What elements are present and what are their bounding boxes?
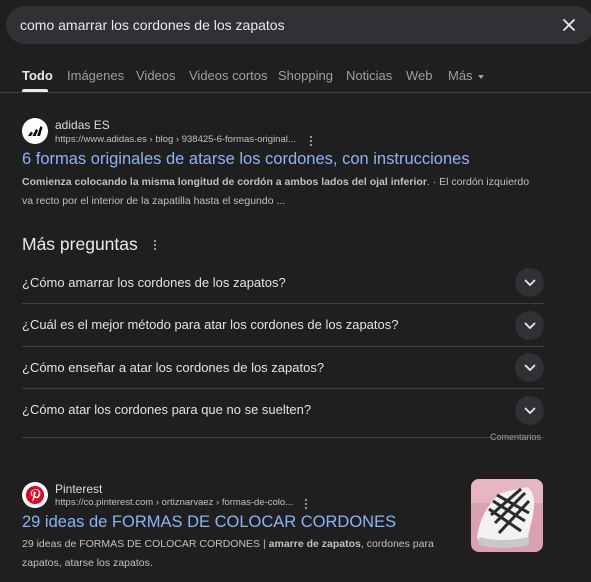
- result-url[interactable]: https://co.pinterest.com › ortiznarvaez …: [55, 497, 293, 508]
- chevron-down-icon[interactable]: [515, 311, 544, 340]
- paa-divider: [22, 437, 544, 438]
- result-thumbnail[interactable]: [471, 479, 543, 552]
- tabs-divider: [0, 92, 591, 93]
- pinterest-logo-icon: [22, 482, 48, 508]
- more-options-icon[interactable]: [306, 134, 316, 148]
- more-options-icon[interactable]: [301, 497, 311, 511]
- tab-noticias[interactable]: Noticias: [346, 68, 392, 83]
- paa-heading: Más preguntas: [22, 234, 138, 254]
- result-title-link[interactable]: 6 formas originales de atarse los cordon…: [22, 150, 470, 169]
- result-site-name: adidas ES: [55, 118, 110, 132]
- paa-question-text: ¿Cómo amarrar los cordones de los zapato…: [22, 275, 286, 290]
- result-title-link[interactable]: 29 ideas de FORMAS DE COLOCAR CORDONES: [22, 513, 396, 532]
- tab-todo[interactable]: Todo: [22, 68, 53, 83]
- tab-mas[interactable]: Más: [448, 68, 484, 83]
- tab-imagenes[interactable]: Imágenes: [67, 68, 124, 83]
- adidas-logo-icon: [22, 118, 48, 144]
- paa-question[interactable]: ¿Cuál es el mejor método para atar los c…: [22, 304, 544, 347]
- snippet-highlight: amarre de zapatos: [268, 538, 361, 550]
- chevron-down-icon[interactable]: [515, 353, 544, 382]
- chevron-down-icon[interactable]: [515, 396, 544, 425]
- chevron-down-icon: [477, 74, 484, 79]
- paa-question-text: ¿Cómo enseñar a atar los cordones de los…: [22, 360, 325, 375]
- search-tabs: Todo Imágenes Videos Videos cortos Shopp…: [0, 62, 591, 92]
- paa-question[interactable]: ¿Cómo amarrar los cordones de los zapato…: [22, 262, 544, 305]
- tab-videos-cortos[interactable]: Videos cortos: [189, 68, 268, 83]
- result-site-name: Pinterest: [55, 482, 103, 496]
- result-snippet: Comienza colocando la misma longitud de …: [22, 173, 542, 211]
- clear-search-button[interactable]: [559, 15, 579, 35]
- result-url[interactable]: https://www.adidas.es › blog › 938425-6-…: [55, 134, 296, 145]
- paa-question-text: ¿Cuál es el mejor método para atar los c…: [22, 317, 399, 332]
- snippet-highlight: Comienza colocando la misma longitud de …: [22, 176, 427, 188]
- feedback-link[interactable]: Comentarios: [490, 432, 541, 442]
- chevron-down-icon[interactable]: [515, 268, 544, 297]
- search-input[interactable]: [20, 6, 540, 44]
- paa-question[interactable]: ¿Cómo enseñar a atar los cordones de los…: [22, 347, 544, 390]
- paa-question[interactable]: ¿Cómo atar los cordones para que no se s…: [22, 389, 544, 432]
- paa-question-text: ¿Cómo atar los cordones para que no se s…: [22, 402, 312, 417]
- tab-shopping[interactable]: Shopping: [278, 68, 333, 83]
- result-snippet: 29 ideas de FORMAS DE COLOCAR CORDONES |…: [22, 535, 452, 573]
- paa-more-options-icon[interactable]: [150, 238, 160, 252]
- tab-videos[interactable]: Videos: [136, 68, 176, 83]
- search-bar[interactable]: [6, 6, 591, 44]
- snippet-text: 29 ideas de FORMAS DE COLOCAR CORDONES |: [22, 538, 269, 550]
- close-icon: [563, 19, 575, 31]
- tab-web[interactable]: Web: [406, 68, 433, 83]
- tab-mas-label: Más: [448, 68, 473, 83]
